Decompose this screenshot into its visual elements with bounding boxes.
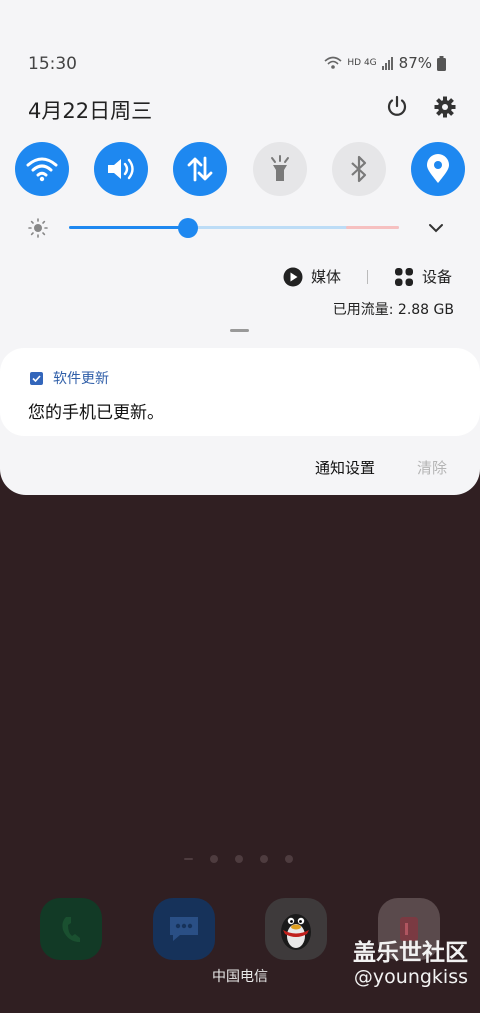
page-indicator <box>184 855 293 863</box>
mobile-data-icon <box>187 156 213 182</box>
divider <box>366 269 368 284</box>
bluetooth-tile[interactable] <box>331 142 386 196</box>
clear-button[interactable]: 清除 <box>417 457 447 478</box>
page-dot <box>184 858 193 860</box>
location-icon <box>426 154 449 183</box>
wifi-tile[interactable] <box>15 142 69 196</box>
page-dot <box>210 855 218 863</box>
wifi-icon <box>26 157 58 182</box>
qq-app[interactable] <box>265 898 327 960</box>
phone-app[interactable] <box>40 898 102 960</box>
flashlight-tile[interactable] <box>252 142 307 196</box>
page-dot <box>285 855 293 863</box>
brightness-slider[interactable] <box>69 226 399 229</box>
quick-settings-tiles <box>15 142 465 196</box>
brightness-fill <box>69 226 188 229</box>
data-usage-label: 已用流量: 2.88 GB <box>332 302 454 318</box>
notification-header: 软件更新 <box>30 368 109 388</box>
flashlight-icon <box>270 155 289 181</box>
watermark-title: 盖乐世社区 <box>353 940 468 966</box>
devices-label: 设备 <box>421 268 452 286</box>
update-app-icon <box>30 371 43 385</box>
brightness-row <box>28 214 458 242</box>
brightness-slider-handle[interactable] <box>177 218 198 238</box>
notification-message: 您的手机已更新。 <box>28 403 164 423</box>
messages-app[interactable] <box>153 898 215 960</box>
phone-icon <box>62 917 80 942</box>
media-label: 媒体 <box>310 268 341 286</box>
status-time: 15:30 <box>28 54 77 74</box>
notification-app-name: 软件更新 <box>53 371 109 387</box>
penguin-icon <box>281 914 311 950</box>
cell-signal-icon <box>381 57 393 70</box>
power-icon[interactable] <box>384 94 410 120</box>
battery-percent: 87% <box>398 54 432 72</box>
bluetooth-icon <box>351 155 366 183</box>
devices-grid-icon <box>394 267 413 286</box>
brightness-high-zone <box>346 226 399 229</box>
chevron-down-icon[interactable] <box>428 218 444 238</box>
watermark-handle: @youngkiss <box>353 966 468 988</box>
sound-tile[interactable] <box>94 142 149 196</box>
date-label: 4月22日周三 <box>28 99 153 123</box>
mobile-data-tile[interactable] <box>173 142 228 196</box>
notification-panel: 15:30 HD 4G 87% 4月22日周三 媒体 设备 已用流量: 2.88… <box>0 0 480 495</box>
network-type-text: HD 4G <box>347 58 377 68</box>
wifi-signal-icon <box>324 56 342 69</box>
media-devices-row: 媒体 设备 <box>283 266 452 287</box>
notification-settings-button[interactable]: 通知设置 <box>315 457 375 478</box>
notification-card[interactable]: 软件更新 您的手机已更新。 <box>0 348 480 436</box>
location-tile[interactable] <box>410 142 465 196</box>
panel-drag-handle[interactable] <box>230 329 249 332</box>
play-icon <box>283 267 303 286</box>
battery-icon <box>437 55 446 71</box>
page-dot <box>260 855 268 863</box>
gear-icon[interactable] <box>432 94 458 120</box>
page-dot <box>235 855 243 863</box>
status-indicators: HD 4G 87% <box>324 54 446 72</box>
devices-button[interactable]: 设备 <box>394 266 452 287</box>
media-button[interactable]: 媒体 <box>283 266 341 287</box>
message-icon <box>170 917 198 941</box>
brightness-icon <box>28 218 48 238</box>
sound-icon <box>108 158 134 180</box>
